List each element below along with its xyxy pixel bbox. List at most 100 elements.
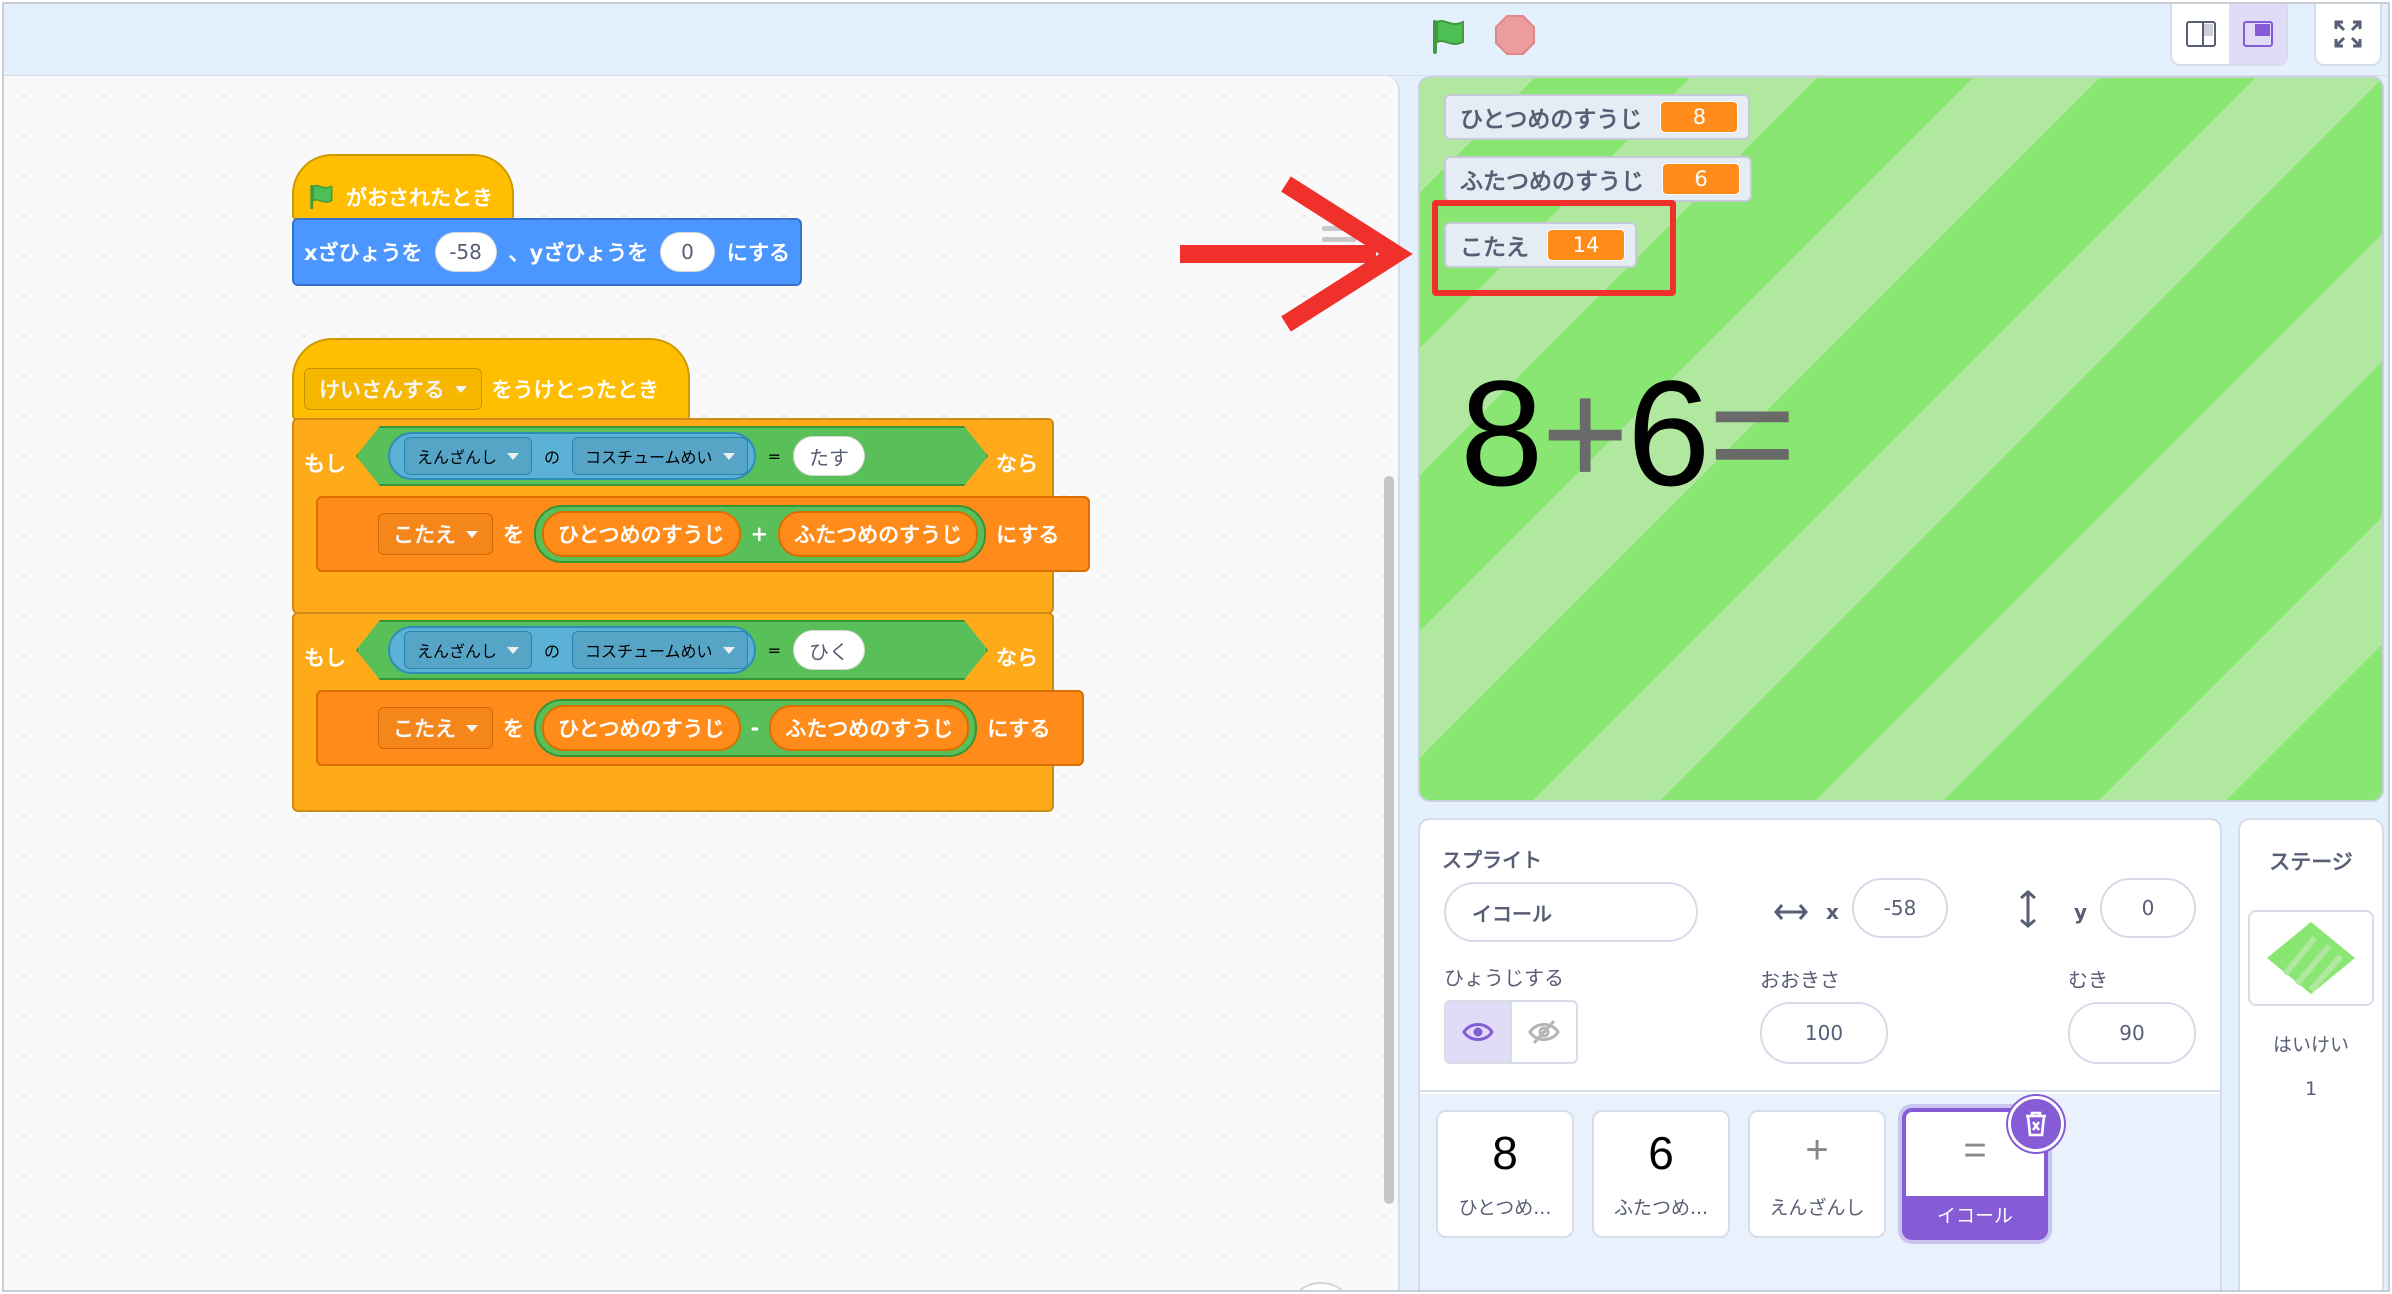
if1-add-operator[interactable]: ひとつめのすうじ + ふたつめのすうじ (534, 505, 987, 563)
fullscreen-button[interactable] (2314, 4, 2382, 66)
if2-operand1-reporter[interactable]: ひとつめのすうじ (542, 705, 741, 751)
trash-icon (2026, 1111, 2046, 1137)
if2-subtract-operator[interactable]: ひとつめのすうじ - ふたつめのすうじ (534, 699, 978, 757)
highlight-box-annotation (1432, 200, 1676, 296)
goto-sep-label: 、yざひょうを (508, 241, 649, 265)
red-arrow-annotation (1180, 176, 1413, 332)
visibility-toggle (1444, 1000, 1578, 1064)
if1-variable-name: こたえ (393, 523, 456, 547)
monitor-label: ひとつめのすうじ (1460, 107, 1643, 133)
monitor-value: 8 (1660, 101, 1739, 133)
if1-equals-operator[interactable]: えんざんし の コスチュームめい = たす (356, 426, 988, 486)
when-i-receive-hat[interactable]: けいさんする をうけとったとき (292, 338, 690, 420)
if1-variable-dropdown[interactable]: こたえ (378, 513, 493, 555)
large-stage-icon (2242, 21, 2273, 47)
if1-set-variable-block[interactable]: こたえ を ひとつめのすうじ + ふたつめのすうじ にする (316, 496, 1090, 572)
if2-set-to-label: を (503, 717, 524, 741)
workspace-scrollbar[interactable] (1384, 476, 1394, 1204)
hide-button[interactable] (1512, 1002, 1576, 1062)
if1-if-label: もし (304, 452, 346, 476)
if2-property-dropdown[interactable]: コスチュームめい (572, 631, 748, 669)
if2-sprite-dropdown[interactable]: えんざんし (404, 631, 532, 669)
chevron-down-icon (454, 385, 467, 393)
stage-header (4, 4, 2388, 76)
hat-label: がおされたとき (346, 186, 493, 210)
sprite-thumbnail: 8 (1492, 1127, 1518, 1179)
if1-of-sensing-block[interactable]: えんざんし の コスチュームめい (388, 432, 756, 480)
sprite-tile-name: ひとつめ... (1458, 1197, 1552, 1219)
y-value-input[interactable]: 0 (660, 232, 715, 272)
message-name: けいさんする (319, 378, 445, 402)
delete-sprite-button[interactable] (2008, 1096, 2064, 1152)
stage-pane-title: ステージ (2269, 850, 2353, 874)
x-value-input[interactable]: -58 (434, 232, 497, 272)
backdrop-thumbnail[interactable] (2248, 910, 2374, 1006)
if1-set-to-label: を (503, 523, 524, 547)
equation-sprites: 8+6= (1460, 358, 1796, 508)
sprite-tile-2[interactable]: 6 ふたつめ... (1592, 1110, 1730, 1238)
goto-x-label: xざひょうを (304, 241, 423, 265)
if2-sprite-name: えんざんし (417, 642, 498, 661)
if2-if-label: もし (304, 646, 346, 670)
if1-property-name: コスチュームめい (585, 448, 713, 467)
small-stage-icon (2185, 21, 2216, 47)
small-stage-button[interactable] (2172, 4, 2229, 64)
chevron-down-icon (723, 453, 735, 460)
if2-of-sensing-block[interactable]: えんざんし の コスチュームめい (388, 626, 756, 674)
sprite-name-input[interactable]: イコール (1444, 882, 1698, 942)
if2-of-label: の (544, 642, 561, 661)
stop-icon[interactable] (1494, 14, 1536, 56)
hat-suffix-label: をうけとったとき (491, 378, 659, 402)
x-position-input[interactable]: -58 (1852, 878, 1948, 938)
if1-compare-input[interactable]: たす (793, 436, 865, 476)
green-flag-icon (310, 184, 333, 210)
zoom-in-button[interactable] (1286, 1282, 1356, 1290)
monitor-label: ふたつめのすうじ (1460, 169, 1644, 195)
if2-variable-name: こたえ (393, 717, 456, 741)
if2-set-suffix-label: にする (987, 717, 1051, 741)
if1-sprite-dropdown[interactable]: えんざんし (404, 437, 532, 475)
chevron-down-icon (507, 647, 519, 654)
if2-compare-input[interactable]: ひく (793, 630, 865, 670)
if1-operand1-reporter[interactable]: ひとつめのすうじ (542, 511, 741, 557)
if1-sprite-name: えんざんし (417, 448, 498, 467)
sprite-number-2[interactable]: 6 (1627, 349, 1710, 517)
backdrop-count: 1 (2304, 1078, 2318, 1100)
sprite-tile-1[interactable]: 8 ひとつめ... (1436, 1110, 1574, 1238)
goto-suffix-label: にする (726, 241, 790, 265)
sprite-number-1[interactable]: 8 (1460, 349, 1543, 517)
y-position-input[interactable]: 0 (2100, 878, 2196, 938)
sprite-thumbnail: + (1805, 1128, 1829, 1172)
eye-icon (1462, 1023, 1494, 1041)
if1-property-dropdown[interactable]: コスチュームめい (572, 437, 748, 475)
variable-monitor-2[interactable]: ふたつめのすうじ 6 (1444, 156, 1752, 202)
sprite-equals[interactable]: = (1708, 349, 1796, 517)
stage-canvas[interactable]: ひとつめのすうじ 8 ふたつめのすうじ 6 こたえ 14 8+6= (1418, 76, 2384, 802)
show-label: ひょうじする (1444, 966, 1564, 990)
when-flag-clicked-hat[interactable]: がおされたとき (292, 154, 514, 220)
direction-input[interactable]: 90 (2068, 1002, 2196, 1064)
stage-target-pane[interactable]: ステージ はいけい 1 (2238, 818, 2384, 1290)
if2-variable-dropdown[interactable]: こたえ (378, 707, 493, 749)
large-stage-button[interactable] (2229, 4, 2286, 64)
direction-label: むき (2068, 968, 2108, 992)
if2-operand2-reporter[interactable]: ふたつめのすうじ (769, 705, 970, 751)
if2-equals-operator[interactable]: えんざんし の コスチュームめい = ひく (356, 620, 988, 680)
monitor-value: 6 (1662, 163, 1740, 195)
variable-monitor-1[interactable]: ひとつめのすうじ 8 (1444, 94, 1751, 140)
size-input[interactable]: 100 (1760, 1002, 1888, 1064)
eye-slash-icon (1528, 1019, 1560, 1045)
if2-set-variable-block[interactable]: こたえ を ひとつめのすうじ - ふたつめのすうじ にする (316, 690, 1084, 766)
chevron-down-icon (507, 453, 519, 460)
show-button[interactable] (1446, 1002, 1512, 1062)
sprite-list: 8 ひとつめ... 6 ふたつめ... + えんざんし = イコール (1420, 1094, 2220, 1290)
sprite-operator[interactable]: + (1541, 349, 1629, 517)
message-dropdown[interactable]: けいさんする (304, 368, 482, 410)
if1-operand2-reporter[interactable]: ふたつめのすうじ (778, 511, 979, 557)
go-to-xy-block[interactable]: xざひょうを -58 、yざひょうを 0 にする (292, 218, 802, 286)
sprite-tile-3[interactable]: + えんざんし (1748, 1110, 1886, 1238)
green-flag-icon[interactable] (1427, 16, 1469, 58)
chevron-down-icon (466, 724, 478, 732)
y-arrows-icon (2020, 890, 2036, 928)
sprite-thumbnail: 6 (1648, 1127, 1674, 1179)
